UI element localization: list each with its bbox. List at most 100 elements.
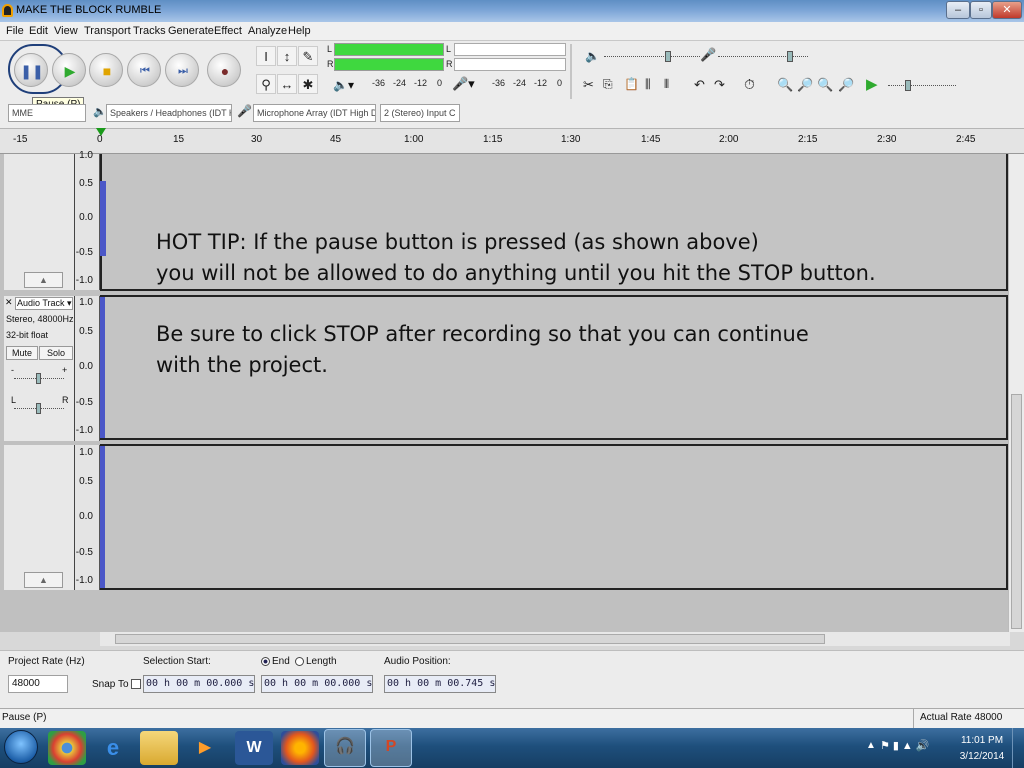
show-desktop-button[interactable] <box>1012 728 1024 768</box>
menu-edit[interactable]: Edit <box>29 25 48 37</box>
trim-icon[interactable]: ⫼ <box>645 77 651 92</box>
menu-analyze[interactable]: Analyze <box>248 25 287 37</box>
menu-help[interactable]: Help <box>288 25 311 37</box>
zoom-tool-icon[interactable]: ⚲ <box>256 74 276 94</box>
track2-gain-thumb[interactable] <box>36 373 41 384</box>
audio-position-field[interactable]: 00 h 00 m 00.745 s <box>384 675 496 693</box>
speaker-icon[interactable]: 🔈▾ <box>333 78 354 92</box>
input-channels-select[interactable]: 2 (Stereo) Input C <box>380 104 460 122</box>
powerpoint-icon[interactable]: P <box>370 729 412 767</box>
output-volume-slider[interactable] <box>604 56 700 57</box>
menu-transport[interactable]: Transport <box>84 25 131 37</box>
draw-tool-icon[interactable]: ✎ <box>298 46 318 66</box>
skip-start-button[interactable]: ⏮ <box>127 53 161 87</box>
track1-audio-clip[interactable] <box>100 181 106 256</box>
minimize-button[interactable]: – <box>946 1 970 19</box>
undo-icon[interactable]: ↶ <box>694 77 705 93</box>
taskbar-time[interactable]: 11:01 PM <box>956 735 1008 746</box>
meter-scale-1: -36 <box>372 78 386 88</box>
fit-project-icon[interactable]: 🔎 <box>838 77 854 93</box>
snap-to-label: Snap To <box>92 679 129 690</box>
close-button[interactable]: ✕ <box>992 1 1022 19</box>
record-icon: ● <box>220 63 230 79</box>
input-volume-slider[interactable] <box>718 56 808 57</box>
word-icon[interactable]: W <box>235 731 273 765</box>
play-speed-thumb[interactable] <box>905 80 911 91</box>
menu-effect[interactable]: Effect <box>214 25 242 37</box>
timeline-ruler[interactable]: -15 0 15 30 45 1:00 1:15 1:30 1:45 2:00 … <box>0 129 1024 154</box>
maximize-button[interactable]: ▫ <box>970 1 992 19</box>
track2-audio-clip-left[interactable] <box>100 297 105 438</box>
track1-control-panel[interactable] <box>4 154 75 290</box>
play-at-speed-icon[interactable]: ▶ <box>866 75 878 93</box>
amp-tick: 0.5 <box>79 326 93 337</box>
track1-collapse-button[interactable]: ▲ <box>24 272 63 288</box>
track2-audio-clip-right[interactable] <box>100 446 105 588</box>
vertical-scrollbar[interactable] <box>1008 154 1024 632</box>
tray-arrow-icon[interactable]: ▲ <box>866 740 876 751</box>
chrome-icon[interactable] <box>48 731 86 765</box>
media-player-icon[interactable]: ▶ <box>186 731 224 765</box>
stop-button[interactable]: ■ <box>89 53 123 87</box>
track2-collapse-button[interactable]: ▲ <box>24 572 63 588</box>
cut-icon[interactable]: ✂ <box>583 77 594 93</box>
record-button[interactable]: ● <box>207 53 241 87</box>
selection-start-field[interactable]: 00 h 00 m 00.000 s <box>143 675 255 693</box>
copy-icon[interactable]: ⎘ <box>603 77 613 92</box>
input-volume-thumb[interactable] <box>787 51 793 62</box>
meter-right-label: R <box>327 59 334 69</box>
track2-right-channel-waveform[interactable] <box>100 444 1008 590</box>
snap-to-checkbox[interactable] <box>131 679 141 689</box>
playback-meter-right <box>334 58 444 71</box>
record-meter-left[interactable] <box>454 43 566 56</box>
zoom-in-icon[interactable]: 🔍 <box>777 77 793 93</box>
track2-amplitude-ruler: 1.0 0.5 0.0 -0.5 -1.0 <box>75 296 100 441</box>
play-speed-slider[interactable] <box>888 85 956 86</box>
length-radio[interactable] <box>295 657 304 666</box>
selection-tool-icon[interactable]: I <box>256 46 276 66</box>
track2-name: Audio Track <box>17 298 65 308</box>
timeshift-tool-icon[interactable]: ↔ <box>277 74 297 94</box>
envelope-tool-icon[interactable]: ↕ <box>277 46 297 66</box>
selection-end-field[interactable]: 00 h 00 m 00.000 s <box>261 675 373 693</box>
tray-icons[interactable]: ⚑▮▲🔊 <box>880 739 933 752</box>
track2-solo-button[interactable]: Solo <box>39 346 73 360</box>
output-device-select[interactable]: Speakers / Headphones (IDT H <box>106 104 232 122</box>
play-head-marker[interactable] <box>96 128 106 136</box>
microphone-icon[interactable]: 🎤▾ <box>452 76 475 92</box>
input-volume-icon: 🎤 <box>700 47 717 62</box>
start-button[interactable] <box>4 730 38 764</box>
paste-icon[interactable]: 📋 <box>624 77 639 91</box>
silence-icon[interactable]: ⫴ <box>664 77 669 92</box>
menu-file[interactable]: File <box>6 25 24 37</box>
file-explorer-icon[interactable] <box>140 731 178 765</box>
skip-end-button[interactable]: ⏭ <box>165 53 199 87</box>
record-meter-right[interactable] <box>454 58 566 71</box>
amp-tick: -0.5 <box>75 397 93 408</box>
redo-icon[interactable]: ↷ <box>714 77 725 93</box>
output-volume-thumb[interactable] <box>665 51 671 62</box>
track2-mute-button[interactable]: Mute <box>6 346 38 360</box>
horizontal-scrollbar[interactable] <box>100 632 1010 646</box>
firefox-icon[interactable] <box>281 731 319 765</box>
end-radio[interactable] <box>261 657 270 666</box>
audio-host-select[interactable]: MME <box>8 104 86 122</box>
sync-lock-icon[interactable]: ⏱ <box>744 76 755 93</box>
vertical-scroll-thumb[interactable] <box>1011 394 1022 629</box>
taskbar-date[interactable]: 3/12/2014 <box>956 751 1008 762</box>
track2-close-button[interactable]: ✕ <box>5 297 15 308</box>
menu-tracks[interactable]: Tracks <box>133 25 166 37</box>
play-button[interactable]: ▶ <box>52 53 86 87</box>
track2-name-menu[interactable]: Audio Track ▾ <box>15 297 73 310</box>
project-rate-select[interactable]: 48000 <box>8 675 68 693</box>
audacity-taskbar-icon[interactable]: 🎧 <box>324 729 366 767</box>
menu-generate[interactable]: Generate <box>168 25 214 37</box>
menu-view[interactable]: View <box>54 25 78 37</box>
track2-pan-thumb[interactable] <box>36 403 41 414</box>
zoom-out-icon[interactable]: 🔎 <box>797 77 813 93</box>
fit-selection-icon[interactable]: 🔍 <box>817 77 833 93</box>
input-device-select[interactable]: Microphone Array (IDT High De <box>253 104 376 122</box>
horizontal-scroll-thumb[interactable] <box>115 634 825 644</box>
internet-explorer-icon[interactable]: e <box>94 731 132 765</box>
multi-tool-icon[interactable]: ✱ <box>298 74 318 94</box>
